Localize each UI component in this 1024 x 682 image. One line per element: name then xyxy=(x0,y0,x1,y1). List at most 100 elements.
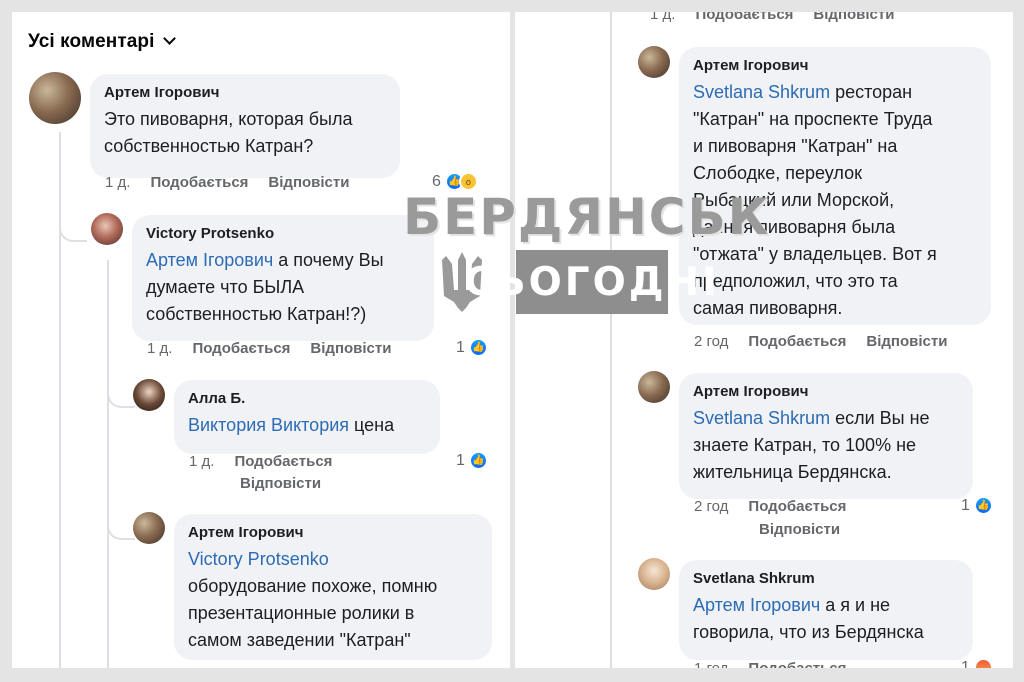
comment-text-line: "Катран" на проспекте Труда xyxy=(693,109,933,129)
thread-connector xyxy=(107,494,135,540)
like-reaction-icon: 👍 xyxy=(468,451,488,470)
comment-actions: 2 год Подобається Відповісти xyxy=(694,333,967,350)
avatar[interactable] xyxy=(133,512,165,544)
mention-link[interactable]: Артем Ігорович xyxy=(693,595,820,615)
mention-link[interactable]: Артем Ігорович xyxy=(146,250,273,270)
reaction-count: 1 xyxy=(961,658,970,669)
comment-author[interactable]: Victory Protsenko xyxy=(146,225,420,242)
comment-bubble: Victory Protsenko Артем Ігорович а почем… xyxy=(132,215,434,341)
comment-actions: 1 д. Подобається xyxy=(189,453,352,470)
comment-author[interactable]: Артем Ігорович xyxy=(104,84,386,101)
comment-text: ресторан xyxy=(830,82,913,102)
comment-bubble: Алла Б. Виктория Виктория цена xyxy=(174,380,440,454)
comment-text: если Вы не xyxy=(830,408,930,428)
like-action[interactable]: Подобається xyxy=(748,660,846,668)
comment-text-line: жительница Бердянска. xyxy=(693,462,892,482)
watermark-title: БЕРДЯНСЬК xyxy=(403,188,771,246)
mention-link[interactable]: Svetlana Shkrum xyxy=(693,408,830,428)
like-reaction-icon: 👍 xyxy=(468,338,488,357)
avatar[interactable] xyxy=(638,558,670,590)
comment-author[interactable]: Артем Ігорович xyxy=(693,383,959,400)
avatar[interactable] xyxy=(638,371,670,403)
comment-time[interactable]: 1 д. xyxy=(189,453,214,470)
chevron-down-icon xyxy=(162,32,176,45)
like-action[interactable]: Подобається xyxy=(234,453,332,470)
comment-actions: 1 д. Подобається Відповісти xyxy=(105,174,369,191)
comment-actions: 1 д. Подобається Відповісти xyxy=(147,340,411,357)
comments-filter-dropdown[interactable]: Усі коментарі xyxy=(28,31,176,53)
reaction-summary[interactable]: 1 👍 xyxy=(456,338,488,357)
comment-time[interactable]: 2 год xyxy=(694,498,728,515)
thread-connector xyxy=(107,368,135,408)
avatar[interactable] xyxy=(29,72,81,124)
comment-text-line: знаете Катран, то 100% не xyxy=(693,435,917,455)
thread-line xyxy=(610,12,612,668)
reply-action[interactable]: Відповісти xyxy=(813,12,894,23)
mention-link[interactable]: Виктория Виктория xyxy=(188,415,349,435)
reply-action[interactable]: Відповісти xyxy=(759,521,840,538)
like-action[interactable]: Подобається xyxy=(150,174,248,191)
comment-text-line: самая пивоварня. xyxy=(693,298,843,318)
comment-bubble: Артем Ігорович Это пивоварня, которая бы… xyxy=(90,74,400,178)
comment-bubble: Артем Ігорович Svetlana Shkrum ресторан … xyxy=(679,47,991,325)
comment-author[interactable]: Svetlana Shkrum xyxy=(693,570,959,587)
reaction-count: 1 xyxy=(961,496,970,514)
comment-text: а я и не xyxy=(820,595,891,615)
comment-text-line: Это пивоварня, которая была xyxy=(104,109,353,129)
comment-author[interactable]: Артем Ігорович xyxy=(188,524,478,541)
comment-text-line: и пивоварня "Катран" на xyxy=(693,136,898,156)
comment-time[interactable]: 1 д. xyxy=(147,340,172,357)
comment-text: а почему Вы xyxy=(273,250,384,270)
watermark-subtitle: СЬОГОДНІ xyxy=(464,250,717,314)
left-screenshot-panel: Усі коментарі Артем Ігорович Это пивовар… xyxy=(12,12,510,668)
like-action[interactable]: Подобається xyxy=(695,12,793,23)
comment-time[interactable]: 1 год xyxy=(694,660,728,668)
comment-actions: 2 год Подобається xyxy=(694,498,866,515)
comments-filter-label: Усі коментарі xyxy=(28,31,155,52)
comment-time[interactable]: 1 д. xyxy=(650,12,675,23)
comment-actions: 1 год Подобається xyxy=(694,660,866,668)
thread-line xyxy=(107,260,109,668)
angry-reaction-icon xyxy=(973,658,993,668)
comment-bubble: Артем Ігорович Svetlana Shkrum если Вы н… xyxy=(679,373,973,499)
reaction-summary[interactable]: 1 👍 xyxy=(961,496,993,515)
comment-text-line: собственностью Катран? xyxy=(104,136,314,156)
mention-link[interactable]: Svetlana Shkrum xyxy=(693,82,830,102)
reply-action[interactable]: Відповісти xyxy=(240,475,321,492)
reply-action[interactable]: Відповісти xyxy=(866,333,947,350)
reaction-count: 1 xyxy=(456,451,465,469)
like-action[interactable]: Подобається xyxy=(748,498,846,515)
comment-text-line: говорила, что из Бердянска xyxy=(693,622,924,642)
reaction-count: 1 xyxy=(456,338,465,356)
comment-text-line: оборудование похоже, помню xyxy=(188,576,438,596)
comment-author[interactable]: Алла Б. xyxy=(188,390,426,407)
mention-link[interactable]: Victory Protsenko xyxy=(188,546,478,573)
comment-text: цена xyxy=(349,415,395,435)
like-reaction-icon: 👍 xyxy=(973,496,993,515)
reaction-summary[interactable]: 1 👍 xyxy=(456,451,488,470)
comment-actions-wrap: Відповісти xyxy=(240,475,341,492)
reply-action[interactable]: Відповісти xyxy=(310,340,391,357)
avatar[interactable] xyxy=(91,213,123,245)
comment-actions: 1 д. Подобається Відповісти xyxy=(650,12,914,23)
comment-time[interactable]: 2 год xyxy=(694,333,728,350)
comment-text-line: предположил, что это та xyxy=(693,271,898,291)
comment-actions-wrap: Відповісти xyxy=(759,521,860,538)
comment-text-line: Слободке, переулок xyxy=(693,163,863,183)
comment-text-line: думаете что БЫЛА xyxy=(146,277,305,297)
comment-time[interactable]: 1 д. xyxy=(105,174,130,191)
comment-text-line: самом заведении "Катран" xyxy=(188,630,411,650)
comment-text-line: презентационные ролики в xyxy=(188,603,415,623)
comment-bubble: Артем Ігорович Victory Protsenko оборудо… xyxy=(174,514,492,660)
comment-author[interactable]: Артем Ігорович xyxy=(693,57,977,74)
reaction-summary[interactable]: 1 xyxy=(961,658,993,668)
reply-action[interactable]: Відповісти xyxy=(268,174,349,191)
avatar[interactable] xyxy=(133,379,165,411)
like-action[interactable]: Подобається xyxy=(192,340,290,357)
comment-bubble: Svetlana Shkrum Артем Ігорович а я и не … xyxy=(679,560,973,660)
thread-connector xyxy=(59,198,87,242)
right-screenshot-panel: 1 д. Подобається Відповісти Артем Ігорович… xyxy=(515,12,1013,668)
comment-text-line: собственностью Катран!?) xyxy=(146,304,367,324)
avatar[interactable] xyxy=(638,46,670,78)
like-action[interactable]: Подобається xyxy=(748,333,846,350)
